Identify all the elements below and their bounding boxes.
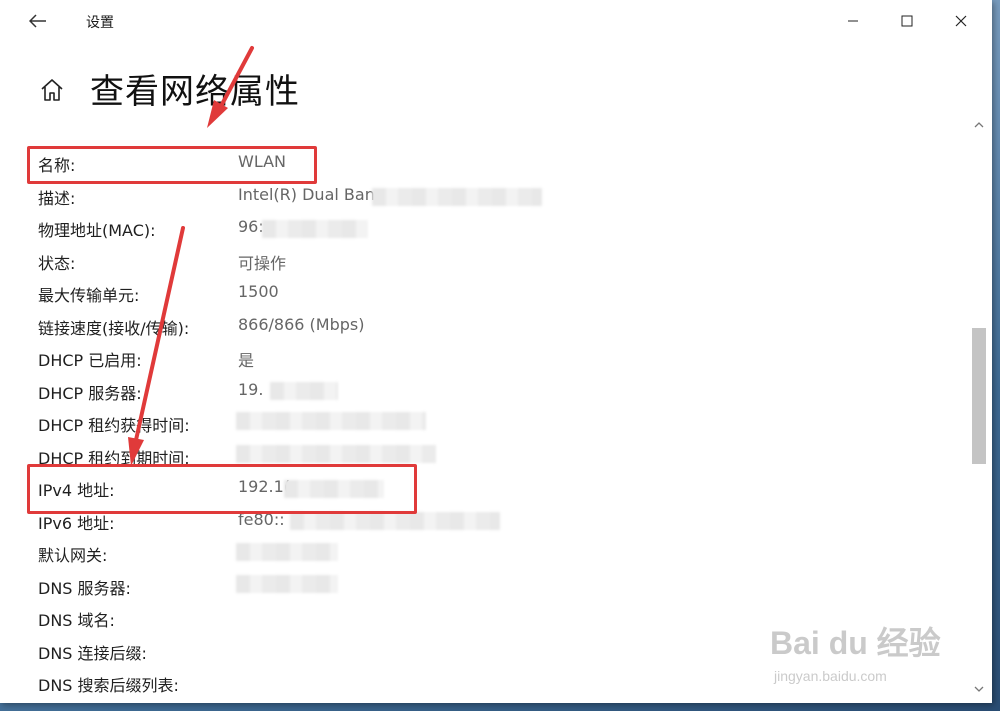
arrow-to-ipv4-box (128, 226, 185, 466)
vertical-scrollbar[interactable] (968, 116, 990, 702)
baidu-jingyan-watermark: Bai du 经验 jingyan.baidu.com (770, 618, 970, 698)
chevron-down-icon (974, 686, 984, 692)
scroll-thumb[interactable] (972, 328, 986, 464)
scroll-up-button[interactable] (972, 118, 986, 132)
settings-window: 设置 查看网络属性 名称: WLAN 描述: Intel(R) Dual Ban… (0, 0, 992, 703)
scroll-down-button[interactable] (972, 682, 986, 696)
watermark-brand: Bai du 经验 (770, 625, 941, 661)
annotation-arrows (128, 46, 254, 466)
arrow-to-name-box (207, 46, 254, 128)
watermark-url: jingyan.baidu.com (774, 668, 887, 684)
chevron-up-icon (974, 122, 984, 128)
